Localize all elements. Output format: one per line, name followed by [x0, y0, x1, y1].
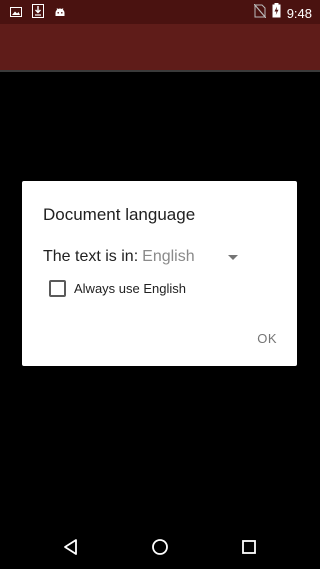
recents-button[interactable]	[237, 535, 261, 559]
back-icon	[64, 539, 77, 555]
screen: 9:48 Document language The text is in: E…	[0, 0, 320, 569]
language-dropdown[interactable]: English	[142, 248, 238, 266]
home-icon	[152, 539, 168, 555]
language-label: The text is in:	[43, 248, 139, 265]
status-bar: 9:48	[0, 0, 320, 24]
navigation-bar	[0, 525, 320, 569]
language-row: The text is in: English	[43, 246, 238, 268]
battery-charging-icon	[272, 3, 281, 23]
always-use-english-option[interactable]: Always use English	[49, 280, 186, 297]
image-icon	[10, 5, 22, 23]
system-icons: 9:48	[253, 3, 312, 23]
checkbox-label: Always use English	[74, 281, 186, 296]
clock: 9:48	[286, 5, 312, 21]
back-button[interactable]	[59, 535, 83, 559]
recents-icon	[242, 540, 256, 554]
dialog-title: Document language	[43, 205, 196, 224]
no-sim-icon	[253, 3, 267, 23]
language-value: English	[142, 248, 195, 265]
notification-icons	[10, 4, 66, 23]
home-button[interactable]	[148, 535, 172, 559]
app-bar	[0, 24, 320, 72]
download-icon	[32, 4, 44, 23]
document-language-dialog: Document language The text is in: Englis…	[22, 181, 297, 366]
dropdown-arrow-icon	[228, 254, 238, 260]
ok-button[interactable]: OK	[257, 331, 277, 346]
always-use-checkbox[interactable]	[49, 280, 66, 297]
android-icon	[54, 5, 66, 23]
